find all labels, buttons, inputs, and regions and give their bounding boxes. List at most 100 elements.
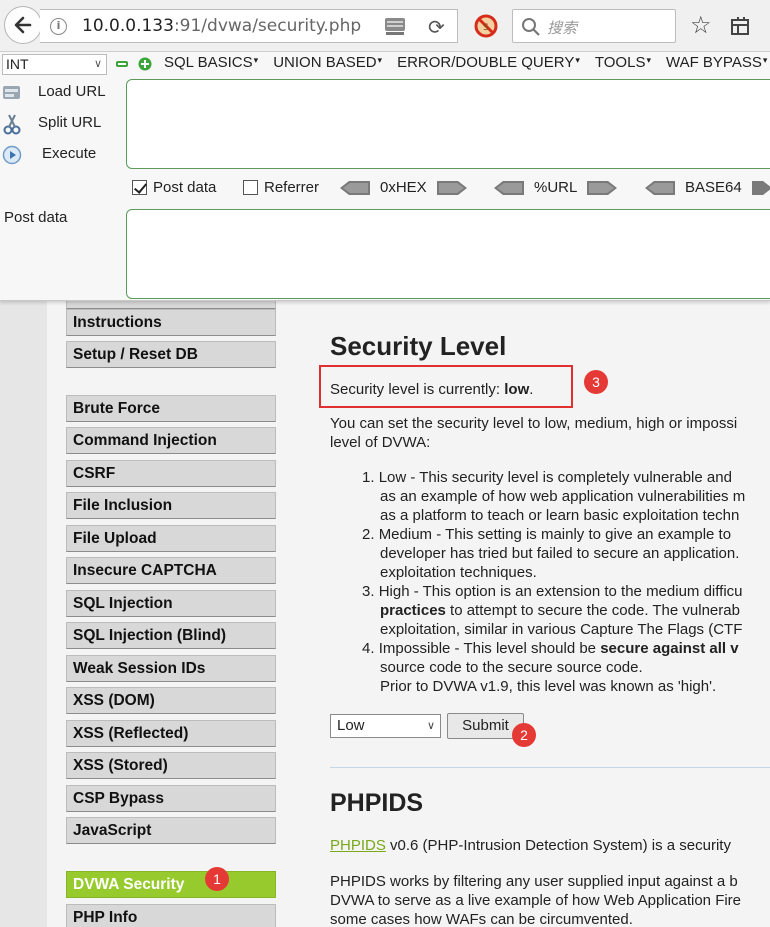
level-medium-line-2: developer has tried but failed to secure… [380,545,740,562]
back-arrow-icon [14,16,32,34]
load-url-icon [3,86,20,99]
split-url-button[interactable]: Split URL [0,112,122,136]
security-level-select-value: Low [337,717,365,734]
nav-item-insecure-captcha[interactable]: Insecure CAPTCHA [66,557,276,584]
annotation-highlight-box [319,365,573,408]
hex-decode-arrow-icon[interactable] [340,180,370,195]
hackbar-type-select[interactable]: INT ∨ [2,54,107,75]
url-decode-arrow-icon[interactable] [494,180,524,195]
level-impossible-line-3: Prior to DVWA v1.9, this level was known… [380,678,717,695]
address-bar[interactable]: i 10.0.0.133:91/dvwa/security.php ⟳ [40,9,458,43]
nav-item-csp-bypass[interactable]: CSP Bypass [66,785,276,812]
scissors-icon [3,114,21,135]
level-high-line-2: practices to attempt to secure the code.… [380,602,740,619]
level-high: 3. High - This option is an extension to… [362,583,743,600]
level-impossible: 4. Impossible - This level should be sec… [362,640,739,657]
referrer-checkbox[interactable]: Referrer [243,179,319,196]
level-low-line-2: as an example of how web application vul… [380,488,746,505]
phpids-desc-line-2: DVWA to serve as a live example of how W… [330,892,742,909]
search-icon [522,18,540,36]
nav-item-instructions[interactable]: Instructions [66,309,276,336]
bookmark-star-icon[interactable]: ☆ [690,11,712,39]
page-title: Security Level [330,331,507,361]
menu-sql-basics[interactable]: SQL BASICS▾ [164,54,258,71]
chevron-down-icon: ∨ [426,720,435,732]
post-data-checkbox[interactable]: Post data [132,179,216,196]
level-high-line-3: exploitation, similar in various Capture… [380,621,743,638]
url-text[interactable]: 10.0.0.133:91/dvwa/security.php [82,16,361,36]
info-icon[interactable]: i [50,18,67,35]
menu-tools[interactable]: TOOLS▾ [595,54,651,71]
intro-line-1: You can set the security level to low, m… [330,415,738,432]
hex-label: 0xHEX [380,179,427,196]
search-placeholder: 搜索 [547,19,578,37]
level-list: 1. Low - This security level is complete… [362,468,745,696]
execute-button[interactable]: Execute [0,143,122,167]
nav-item-setup-reset-db[interactable]: Setup / Reset DB [66,341,276,368]
nav-item-dvwa-security[interactable]: DVWA Security [66,871,276,898]
url-encoder: %URL [494,179,618,196]
url-encode-arrow-icon[interactable] [587,180,618,195]
level-low: 1. Low - This security level is complete… [362,469,732,486]
chevron-down-icon: ∨ [93,58,102,70]
browser-toolbar: i 10.0.0.133:91/dvwa/security.php ⟳ S 搜索… [0,0,770,52]
minus-icon[interactable] [116,59,128,69]
nav-item-csrf[interactable]: CSRF [66,460,276,487]
checkbox-checked-icon [132,180,147,195]
svg-text:S: S [483,23,489,33]
base64-encode-arrow-icon[interactable] [751,180,770,195]
section-divider [330,767,770,768]
nav-item-command-injection[interactable]: Command Injection [66,427,276,454]
play-icon [2,145,22,165]
hackbar-select-value: INT [6,56,29,72]
base64-decode-arrow-icon[interactable] [645,180,675,195]
reload-icon[interactable]: ⟳ [428,15,445,39]
base64-label: BASE64 [685,179,742,196]
nav-item-xss-dom[interactable]: XSS (DOM) [66,687,276,714]
level-impossible-line-2: source code to the secure source code. [380,659,643,676]
level-low-line-3: as a platform to teach or learn basic ex… [380,507,740,524]
hex-encode-arrow-icon[interactable] [436,180,467,195]
nav-item-xss-stored[interactable]: XSS (Stored) [66,752,276,779]
plus-icon[interactable] [138,57,152,71]
url-encode-label: %URL [534,179,578,196]
hackbar-panel: INT ∨ SQL BASICS▾ UNION BASED▾ ERROR/DOU… [0,52,770,301]
phpids-intro: PHPIDS v0.6 (PHP-Intrusion Detection Sys… [330,837,731,854]
nav-item-file-upload[interactable]: File Upload [66,525,276,552]
url-textarea[interactable] [126,79,770,169]
library-icon[interactable] [730,16,750,36]
back-button[interactable] [4,6,42,44]
phpids-desc-line-1: PHPIDS works by filtering any user suppl… [330,873,738,890]
hackbar-menu: SQL BASICS▾ UNION BASED▾ ERROR/DOUBLE QU… [164,54,767,71]
noscript-block-icon[interactable]: S [473,13,499,39]
reader-view-icon[interactable] [384,17,406,36]
nav-item-sql-injection[interactable]: SQL Injection [66,590,276,617]
intro-line-2: level of DVWA: [330,434,431,451]
phpids-heading: PHPIDS [330,789,424,817]
search-box[interactable]: 搜索 [512,9,676,43]
menu-error-double-query[interactable]: ERROR/DOUBLE QUERY▾ [397,54,580,71]
nav-item-weak-session-ids[interactable]: Weak Session IDs [66,655,276,682]
post-data-textarea[interactable] [126,209,770,299]
annotation-badge-3: 3 [584,370,608,394]
level-medium-line-3: exploitation techniques. [380,564,537,581]
page-left-margin [0,301,47,927]
post-data-check-label: Post data [153,179,217,196]
menu-waf-bypass[interactable]: WAF BYPASS▾ [666,54,767,71]
security-level-select[interactable]: Low ∨ [330,714,441,738]
post-data-label: Post data [4,209,68,226]
nav-item-php-info[interactable]: PHP Info [66,904,276,927]
menu-union-based[interactable]: UNION BASED▾ [273,54,382,71]
checkbox-unchecked-icon [243,180,258,195]
phpids-link[interactable]: PHPIDS [330,837,386,854]
base64-encoder: BASE64 [645,179,770,196]
level-medium: 2. Medium - This setting is mainly to gi… [362,526,732,543]
nav-item-brute-force[interactable]: Brute Force [66,395,276,422]
annotation-badge-1: 1 [205,867,229,891]
annotation-badge-2: 2 [512,723,536,747]
nav-item-xss-reflected[interactable]: XSS (Reflected) [66,720,276,747]
nav-item-sql-injection-blind[interactable]: SQL Injection (Blind) [66,622,276,649]
nav-item-javascript[interactable]: JavaScript [66,817,276,844]
load-url-button[interactable]: Load URL [0,81,122,105]
nav-item-file-inclusion[interactable]: File Inclusion [66,492,276,519]
